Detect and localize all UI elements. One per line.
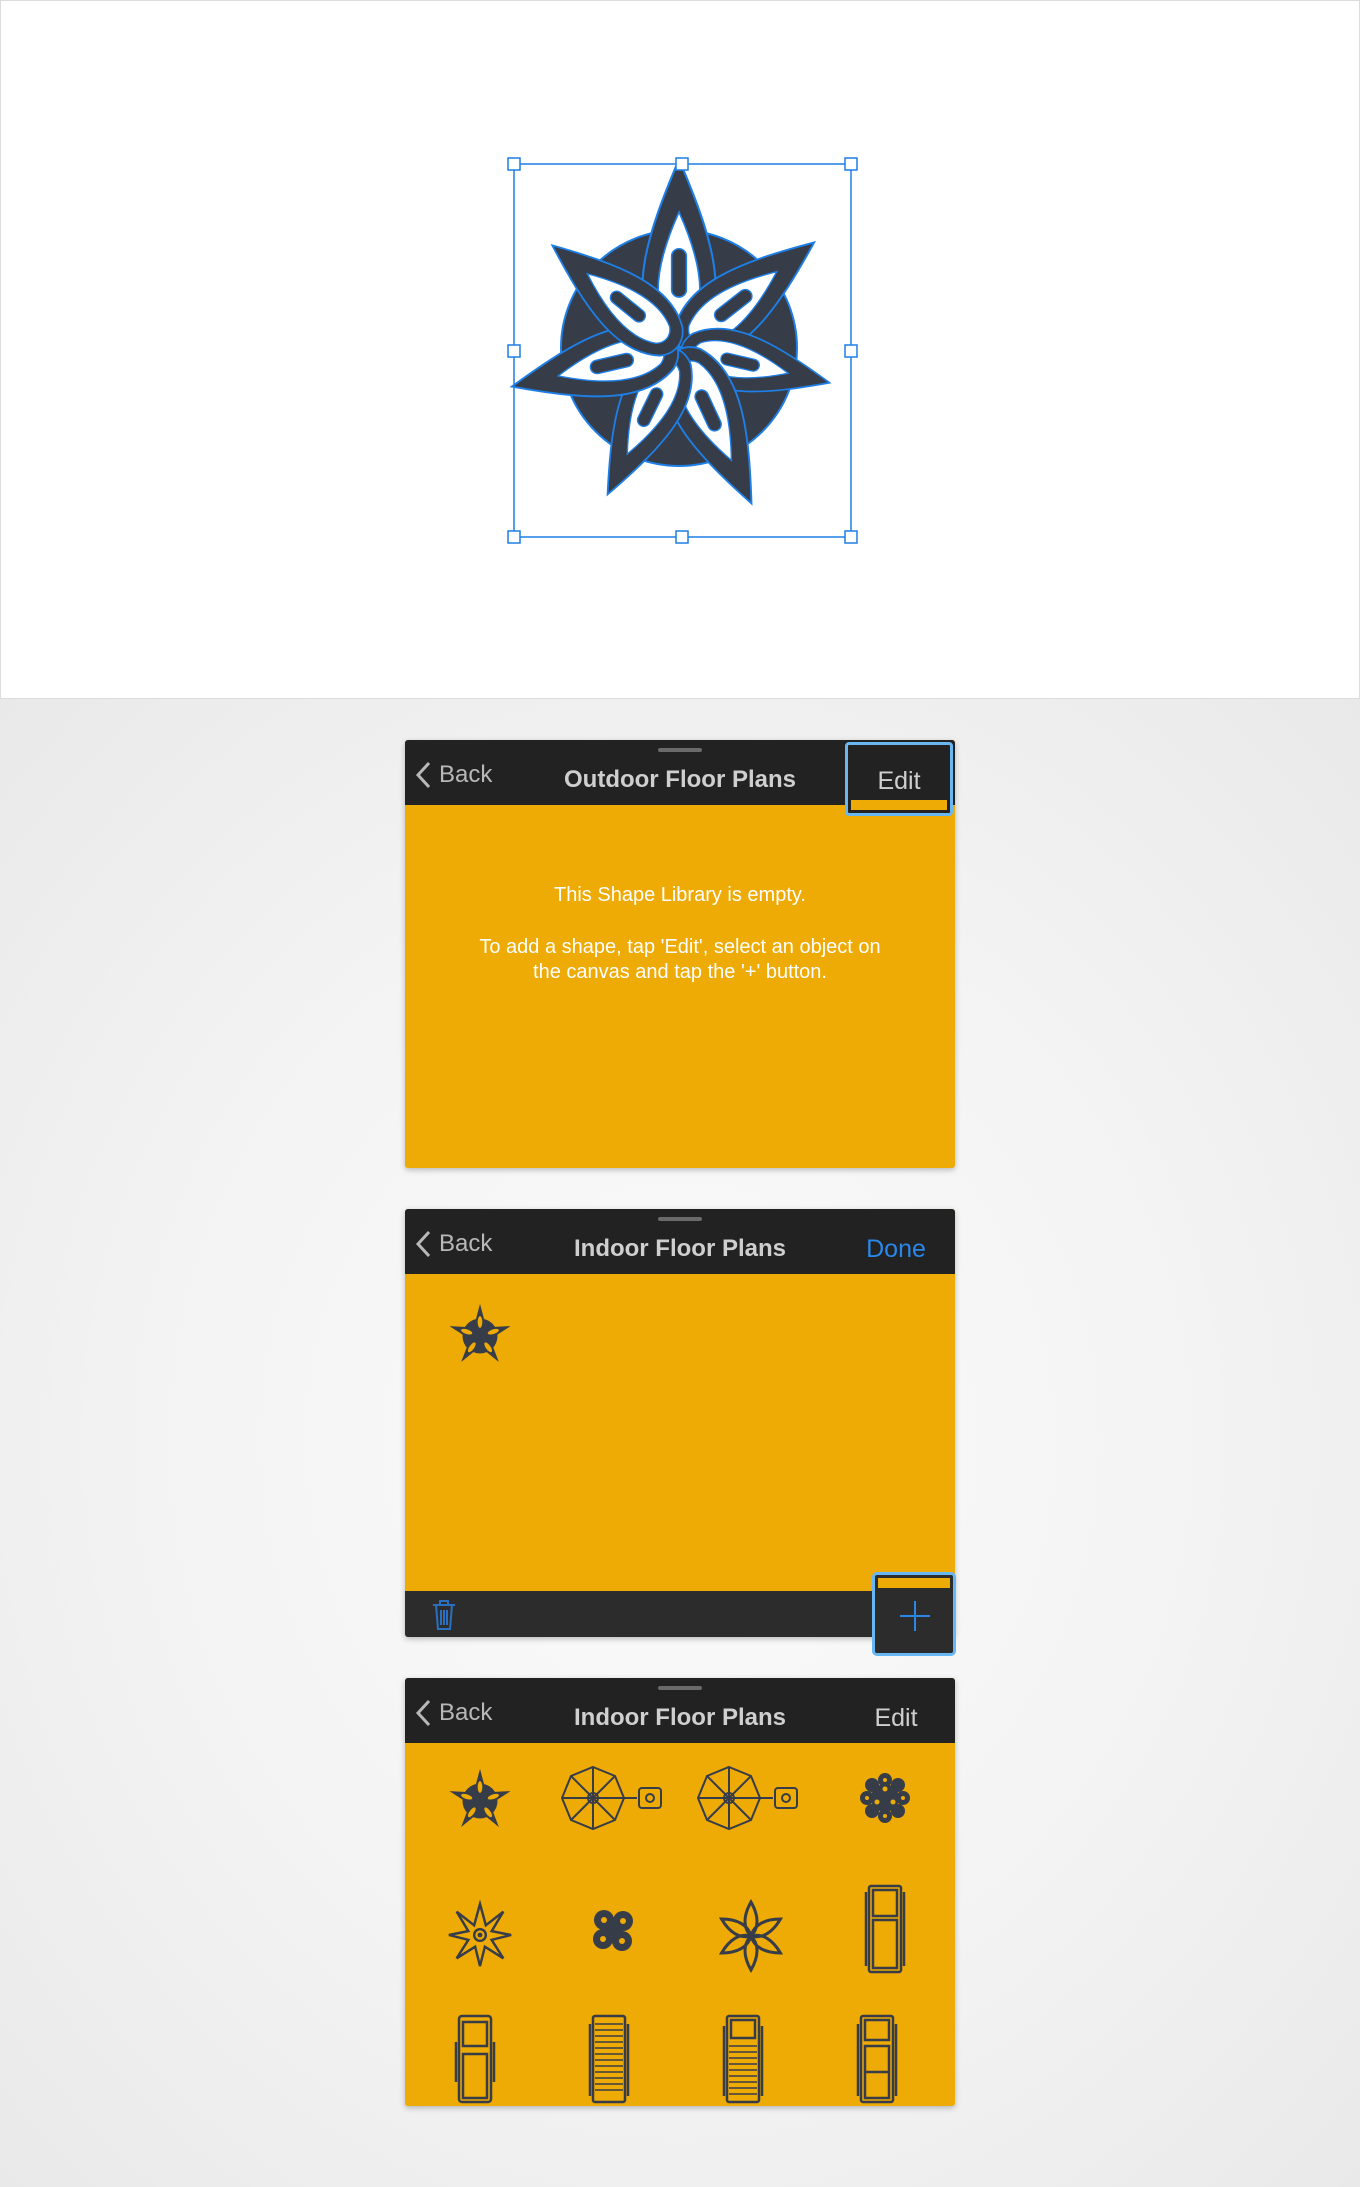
canvas-art [503, 157, 858, 544]
drag-handle[interactable] [658, 1217, 702, 1221]
panel-title: Indoor Floor Plans [573, 1704, 786, 1731]
panel-title: Outdoor Floor Plans [564, 766, 796, 793]
edit-button[interactable]: Edit [845, 742, 953, 816]
back-button[interactable]: Back [415, 758, 492, 792]
add-shape-button[interactable] [872, 1572, 956, 1656]
empty-library-message: This Shape Library is empty. [554, 884, 806, 906]
resize-handle-right[interactable] [844, 344, 858, 358]
resize-handle-bottom-left[interactable] [507, 530, 521, 544]
empty-library-instructions: To add a shape, tap 'Edit', select an ob… [479, 936, 881, 983]
panel-top-bar: Back Indoor Floor Plans Done [405, 1209, 955, 1274]
lounger-shape[interactable] [453, 2012, 497, 2106]
chevron-left-icon [415, 1230, 431, 1258]
umbrella-table-shape[interactable] [555, 1763, 667, 1843]
edit-label: Edit [877, 767, 921, 795]
back-label: Back [439, 1699, 493, 1726]
resize-handle-left[interactable] [507, 344, 521, 358]
resize-handle-bottom-right[interactable] [844, 530, 858, 544]
edit-button[interactable]: Edit [851, 1704, 941, 1733]
spiky-star-shape[interactable] [445, 1900, 515, 1970]
back-button[interactable]: Back [415, 1696, 492, 1730]
sunbed-shape[interactable] [587, 2012, 631, 2106]
back-label: Back [439, 1230, 493, 1257]
resize-handle-top-left[interactable] [507, 157, 521, 171]
shape-library-panel-indoor: Back Indoor Floor Plans Edit [405, 1678, 955, 2106]
resize-handle-top-right[interactable] [844, 157, 858, 171]
plus-icon [900, 1601, 930, 1631]
chevron-left-icon [415, 761, 431, 789]
shape-library-panel-outdoor: Back Outdoor Floor Plans Edit This Shape… [405, 740, 955, 1168]
sunbed-shape[interactable] [721, 2012, 765, 2106]
trash-icon[interactable] [429, 1597, 459, 1631]
drawing-canvas[interactable] [0, 0, 1360, 699]
chevron-left-icon [415, 1699, 431, 1727]
drag-handle[interactable] [658, 748, 702, 752]
back-button[interactable]: Back [415, 1227, 492, 1261]
panel-title: Indoor Floor Plans [573, 1235, 786, 1262]
star-flower-shape[interactable] [503, 158, 838, 519]
flower-shape[interactable] [711, 1896, 791, 1976]
back-label: Back [439, 761, 493, 788]
round-bush-shape[interactable] [853, 1766, 917, 1830]
drag-handle[interactable] [658, 1686, 702, 1690]
lounger-shape[interactable] [855, 2012, 899, 2106]
star-flower-shape[interactable] [445, 1301, 515, 1371]
star-flower-shape[interactable] [445, 1766, 515, 1836]
resize-handle-bottom[interactable] [675, 530, 689, 544]
umbrella-table-shape[interactable] [691, 1763, 803, 1843]
resize-handle-top[interactable] [675, 157, 689, 171]
done-button[interactable]: Done [851, 1235, 941, 1264]
lounger-shape[interactable] [863, 1882, 907, 1976]
shrub-shape[interactable] [585, 1902, 641, 1958]
panel-top-bar: Back Indoor Floor Plans Edit [405, 1678, 955, 1743]
